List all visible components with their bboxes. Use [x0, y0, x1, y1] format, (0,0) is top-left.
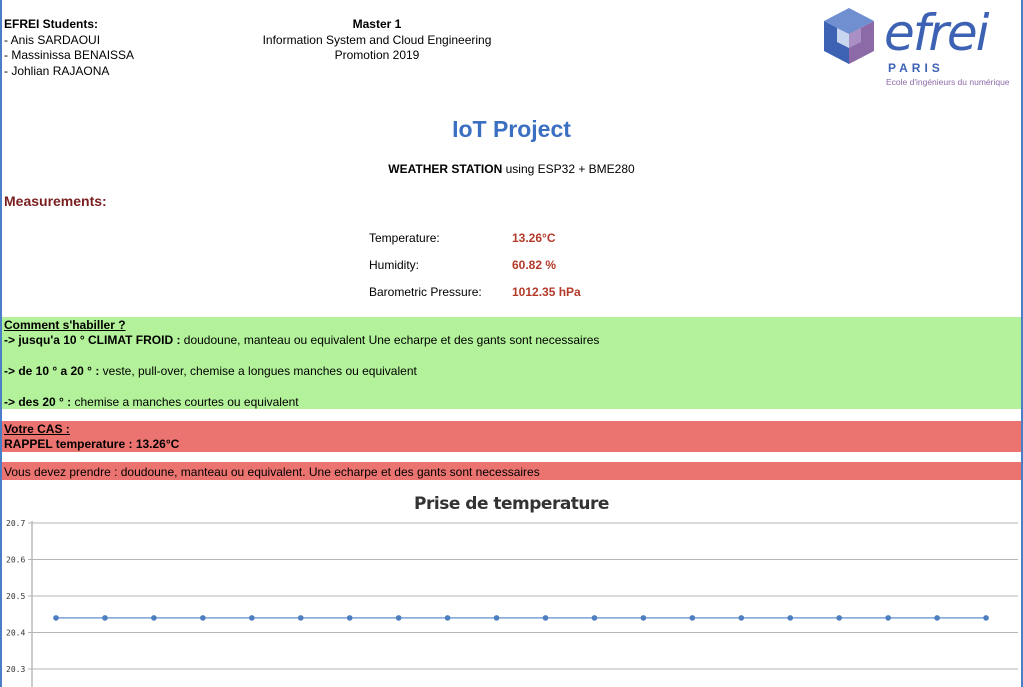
subtitle-rest: using ESP32 + BME280 — [502, 162, 635, 176]
logo-city: PARIS — [888, 61, 944, 75]
advice-item: -> des 20 ° : chemise a manches courtes … — [4, 395, 299, 409]
measurement-label: Temperature: — [369, 231, 440, 245]
logo-wordmark: efrei — [884, 4, 990, 62]
clothing-advice-panel: Comment s'habiller ? -> jusqu'a 10 ° CLI… — [2, 317, 1021, 409]
page-subtitle: WEATHER STATION using ESP32 + BME280 — [0, 162, 1023, 176]
y-tick-label: 20.7 — [6, 519, 25, 528]
data-point — [151, 615, 157, 621]
advice-range: -> jusqu'a 10 ° CLIMAT FROID : — [4, 333, 181, 347]
y-tick-label: 20.3 — [6, 665, 25, 674]
measurement-value: 60.82 % — [512, 258, 557, 272]
case-panel: Votre CAS : RAPPEL temperature : 13.26°C — [2, 421, 1021, 452]
advice-text: veste, pull-over, chemise a longues manc… — [99, 364, 417, 378]
student-name: - Massinissa BENAISSA — [4, 48, 135, 62]
subtitle-bold: WEATHER STATION — [388, 162, 503, 176]
measurement-value: 1012.35 hPa — [512, 285, 581, 299]
data-point — [689, 615, 696, 621]
advice-item: -> jusqu'a 10 ° CLIMAT FROID : doudoune,… — [4, 333, 599, 347]
measurements-heading: Measurements: — [4, 193, 107, 209]
data-point — [53, 615, 59, 621]
program-name: Information System and Cloud Engineering — [262, 32, 492, 47]
temperature-chart: 20.7 20.6 20.5 20.4 20.3 — [6, 519, 1018, 687]
data-point — [885, 615, 891, 621]
measurement-value: 13.26°C — [512, 231, 556, 245]
data-point — [395, 615, 402, 621]
data-point — [591, 615, 598, 621]
data-point — [297, 615, 304, 621]
data-point — [493, 615, 500, 621]
student-name: - Johlian RAJAONA — [4, 63, 110, 78]
data-point — [836, 615, 842, 621]
temperature-reminder: RAPPEL temperature : 13.26°C — [4, 437, 180, 451]
data-point — [200, 615, 206, 621]
data-point — [542, 615, 549, 621]
data-point — [102, 615, 108, 621]
measurement-label: Barometric Pressure: — [369, 285, 482, 299]
advice-heading: Comment s'habiller ? — [4, 318, 126, 332]
y-tick-label: 20.6 — [6, 556, 25, 565]
data-point — [249, 615, 255, 621]
efrei-logo: efrei PARIS Ecole d'ingénieurs du numéri… — [816, 4, 1016, 88]
advice-text: doudoune, manteau ou equivalent Une echa… — [180, 333, 600, 347]
y-tick-label: 20.4 — [6, 629, 25, 638]
logo-tagline: Ecole d'ingénieurs du numérique — [886, 77, 1010, 87]
advice-range: -> de 10 ° a 20 ° : — [4, 364, 100, 378]
efrei-cube-icon — [824, 8, 874, 64]
data-point — [983, 615, 989, 621]
recommendation-text: Vous devez prendre : doudoune, manteau o… — [4, 465, 540, 479]
students-block: EFREI Students: - Anis SARDAOUI - Massin… — [4, 17, 134, 79]
program-block: Master 1 Information System and Cloud En… — [255, 17, 499, 64]
master-title: Master 1 — [352, 17, 402, 31]
advice-item: -> de 10 ° a 20 ° : veste, pull-over, ch… — [4, 364, 417, 378]
y-tick-label: 20.5 — [6, 592, 25, 601]
student-name: - Anis SARDAOUI — [4, 32, 101, 47]
data-point — [934, 615, 940, 621]
data-point — [444, 615, 451, 621]
data-point — [738, 615, 745, 621]
recommendation-panel: Vous devez prendre : doudoune, manteau o… — [2, 462, 1021, 480]
advice-text: chemise a manches courtes ou equivalent — [71, 395, 299, 409]
students-title: EFREI Students: — [4, 17, 99, 31]
data-point — [640, 615, 647, 621]
data-point — [346, 615, 353, 621]
promotion: Promotion 2019 — [334, 48, 420, 62]
measurement-label: Humidity: — [369, 258, 420, 272]
case-heading: Votre CAS : — [4, 422, 70, 436]
advice-range: -> des 20 ° : — [4, 395, 72, 409]
data-point — [787, 615, 794, 621]
page-title: IoT Project — [452, 116, 571, 142]
